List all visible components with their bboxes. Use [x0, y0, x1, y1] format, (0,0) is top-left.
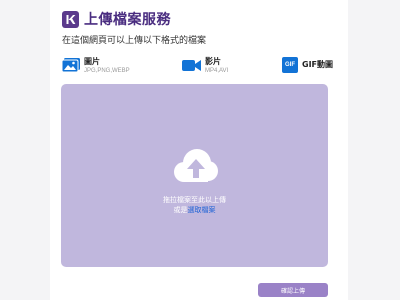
file-type-gif: GIF GIF動圖	[282, 57, 333, 73]
video-camera-icon	[182, 57, 201, 76]
page-title: 上傳檔案服務	[84, 12, 171, 28]
dropzone-or: 或是	[173, 206, 188, 214]
file-type-ext: MP4,AVI	[205, 68, 229, 74]
dropzone-line1: 拖拉檔案至此以上傳	[163, 196, 226, 204]
logo-k-icon	[66, 14, 76, 24]
dropzone-instructions: 拖拉檔案至此以上傳 或是選取檔案	[61, 195, 328, 215]
file-type-video: 影片 MP4,AVI	[182, 57, 228, 76]
upload-dropzone[interactable]: 拖拉檔案至此以上傳 或是選取檔案	[61, 84, 328, 267]
file-type-image: 圖片 JPG,PNG,WEBP	[61, 57, 130, 76]
file-type-name: 圖片	[84, 57, 100, 66]
image-icon	[61, 57, 80, 76]
header: 上傳檔案服務	[62, 9, 171, 29]
page-subtitle: 在這個網頁可以上傳以下格式的檔案	[62, 36, 207, 46]
confirm-upload-button[interactable]: 確認上傳	[258, 283, 328, 297]
logo	[62, 10, 79, 28]
cloud-upload-icon	[170, 147, 220, 191]
select-file-link[interactable]: 選取檔案	[188, 206, 216, 214]
file-type-name: 影片	[205, 57, 221, 66]
dropzone-line2: 或是選取檔案	[61, 205, 328, 215]
upload-card: 上傳檔案服務 在這個網頁可以上傳以下格式的檔案 圖片 JPG,PNG,WEBP …	[50, 0, 348, 300]
file-type-ext: JPG,PNG,WEBP	[84, 68, 130, 74]
file-type-name: GIF動圖	[302, 60, 334, 69]
gif-icon: GIF	[282, 57, 298, 73]
